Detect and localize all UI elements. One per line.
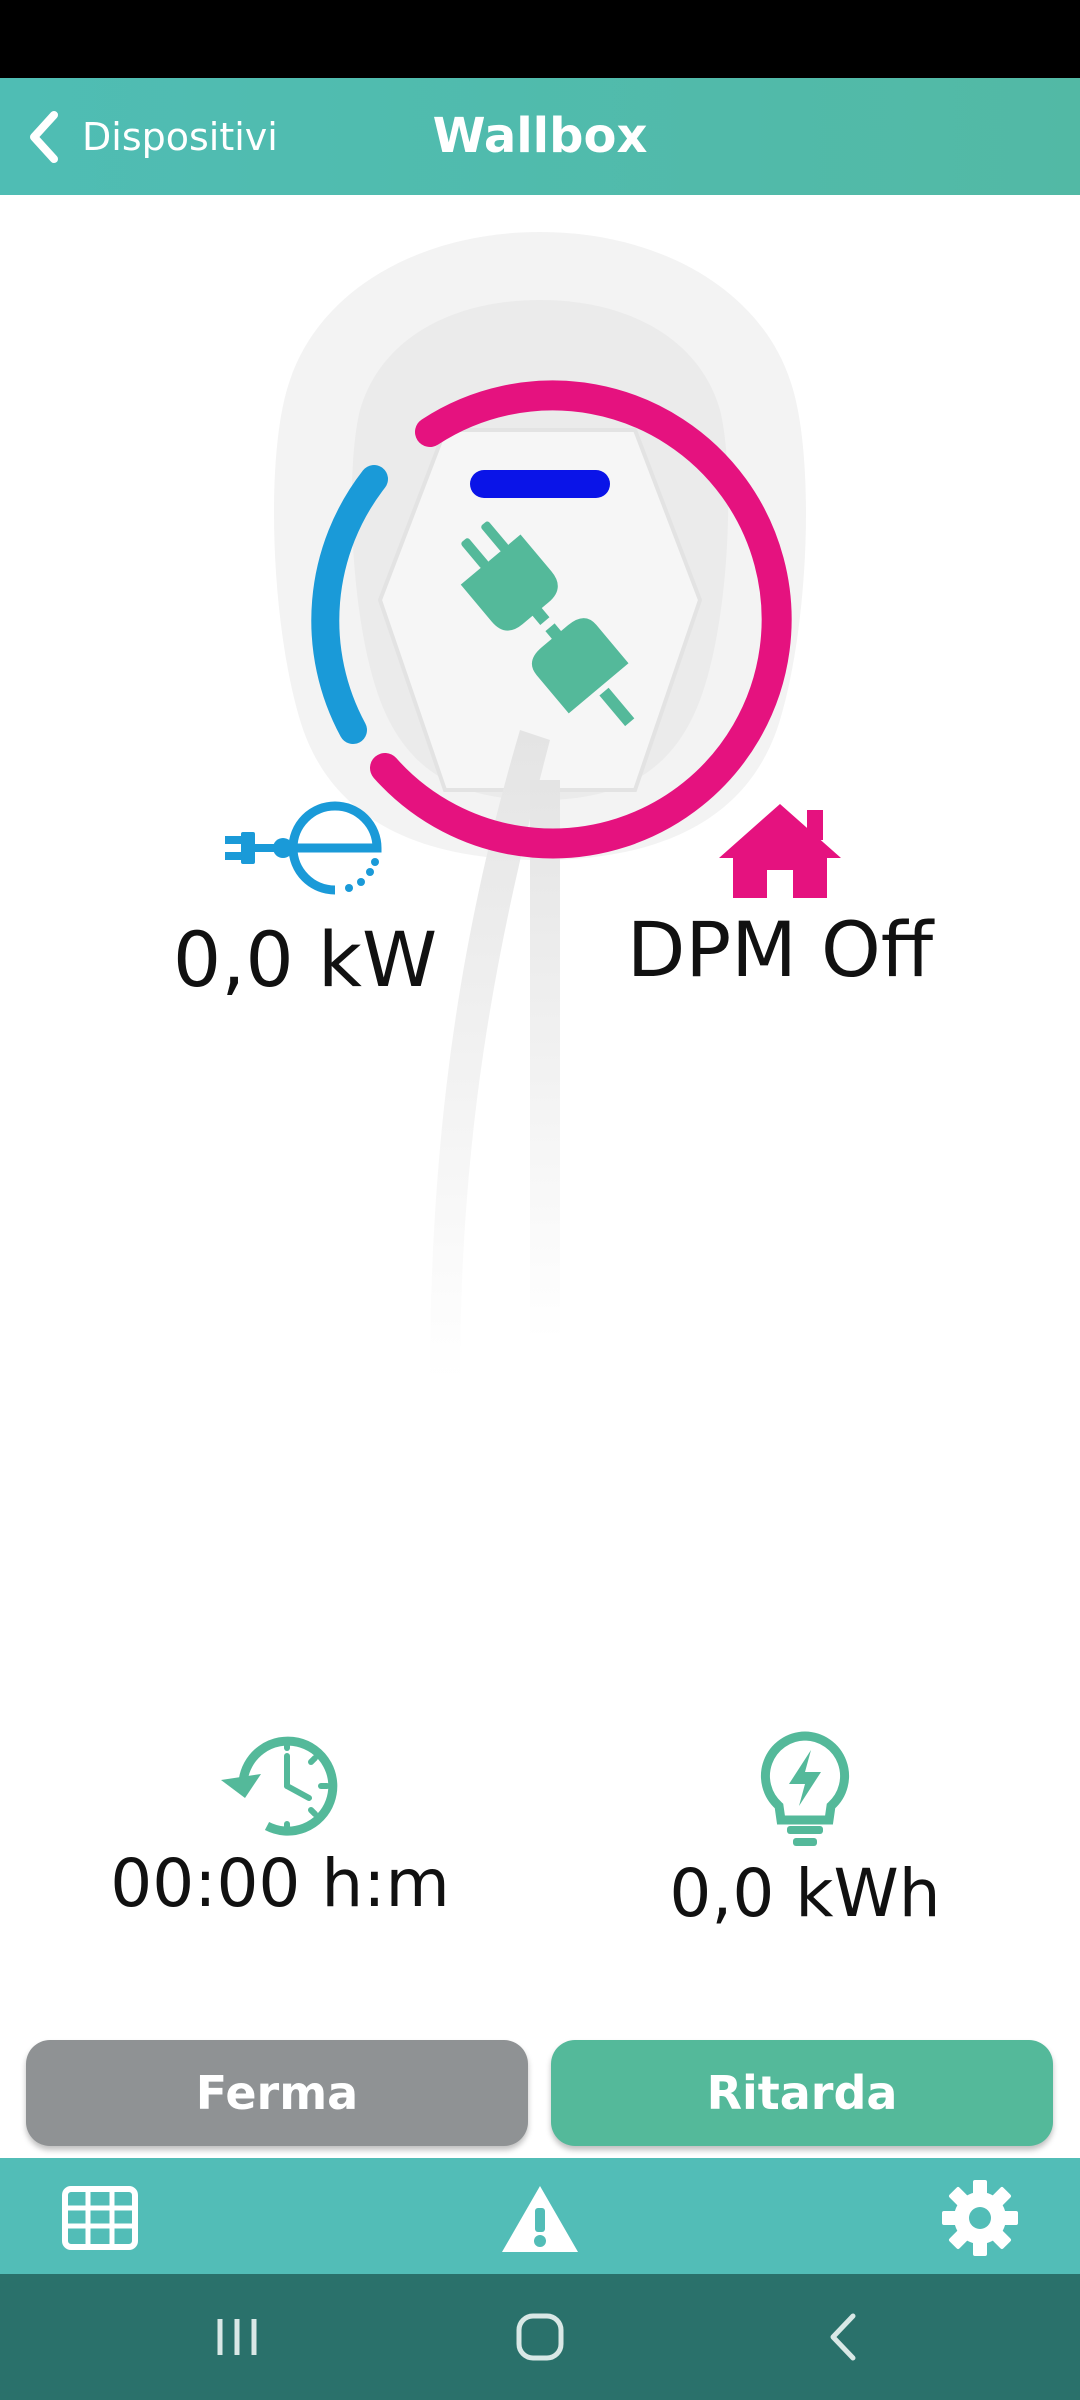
energy-stat: 0,0 kWh — [620, 1730, 990, 1932]
delay-button[interactable]: Ritarda — [551, 2040, 1053, 2146]
home-circle-icon — [516, 2313, 564, 2361]
ev-charging-icon — [225, 801, 382, 895]
system-back-button[interactable] — [808, 2304, 878, 2370]
recent-apps-icon — [217, 2319, 257, 2355]
energy-value: 0,0 kWh — [669, 1855, 941, 1932]
back-icon — [830, 2313, 856, 2361]
duration-stat: 00:00 h:m — [90, 1730, 470, 1922]
wallbox-illustration — [273, 232, 807, 1380]
dpm-stat: DPM Off — [600, 800, 960, 994]
app-header: Dispositivi Wallbox — [0, 78, 1080, 195]
gear-icon — [942, 2180, 1018, 2256]
tab-alerts[interactable] — [500, 2178, 580, 2258]
duration-value: 00:00 h:m — [110, 1845, 450, 1922]
tab-settings[interactable] — [940, 2178, 1020, 2258]
bulb-bolt-icon — [760, 1731, 850, 1846]
grid-icon — [62, 2186, 138, 2250]
recent-apps-button[interactable] — [202, 2304, 272, 2370]
stop-button[interactable]: Ferma — [26, 2040, 528, 2146]
tab-grid[interactable] — [60, 2178, 140, 2258]
home-button[interactable] — [505, 2304, 575, 2370]
status-bar — [0, 0, 1080, 78]
power-stat: 0,0 kW — [120, 800, 490, 1004]
clock-history-icon — [221, 1736, 338, 1836]
dpm-value: DPM Off — [626, 905, 934, 994]
home-icon — [719, 804, 841, 898]
tab-bar — [0, 2158, 1080, 2274]
warning-icon — [502, 2186, 578, 2252]
power-value: 0,0 kW — [172, 915, 438, 1004]
led-indicator — [470, 470, 610, 498]
system-nav-bar — [0, 2274, 1080, 2400]
page-title: Wallbox — [432, 108, 648, 164]
